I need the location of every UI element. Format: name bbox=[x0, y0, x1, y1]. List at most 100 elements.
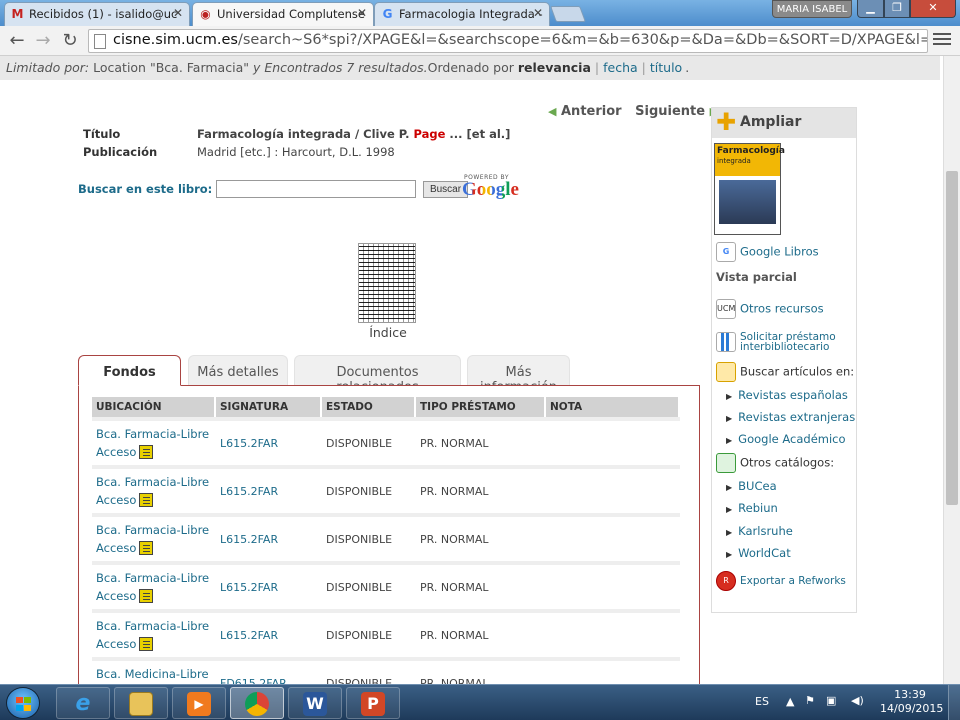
windows-taskbar: e ▶ W P ES ▲ ⚑ ▣ ◀) 13:39 14/09/2015 bbox=[0, 684, 960, 720]
show-hidden-icons-icon[interactable]: ▲ bbox=[786, 695, 794, 708]
shelf-book-icon[interactable] bbox=[139, 493, 154, 507]
sort-titulo-link[interactable]: título bbox=[650, 60, 682, 75]
tab-mas-informacion[interactable]: Más información bbox=[467, 355, 570, 395]
tab-documentos-relacionados[interactable]: Documentos relacionados bbox=[294, 355, 461, 395]
shelf-book-icon[interactable] bbox=[139, 637, 154, 651]
tab-fondos[interactable]: Fondos bbox=[78, 355, 181, 386]
reload-icon[interactable]: ↻ bbox=[59, 30, 81, 52]
signatura-cell[interactable]: L615.2FAR bbox=[216, 561, 322, 609]
forward-arrow-icon[interactable]: → bbox=[32, 30, 54, 52]
taskbar-internet-explorer[interactable]: e bbox=[56, 687, 110, 719]
location-cell[interactable]: Bca. Farmacia-Libre Acceso bbox=[92, 561, 216, 609]
new-tab-button[interactable] bbox=[550, 6, 586, 22]
google-libros-link[interactable]: G Google Libros bbox=[716, 242, 819, 262]
signatura-cell[interactable]: L615.2FAR bbox=[216, 417, 322, 465]
signatura-cell[interactable]: L615.2FAR bbox=[216, 609, 322, 657]
rebiun-link[interactable]: ▶ Rebiun bbox=[726, 501, 778, 515]
shelf-book-icon[interactable] bbox=[139, 541, 154, 555]
search-book-input[interactable] bbox=[216, 180, 417, 198]
exportar-refworks-link[interactable]: R Exportar a Refworks bbox=[716, 571, 846, 591]
karlsruhe-link[interactable]: ▶ Karlsruhe bbox=[726, 524, 793, 538]
shelf-book-icon[interactable] bbox=[139, 445, 154, 459]
action-center-flag-icon[interactable]: ⚑ bbox=[805, 694, 815, 707]
book-cover[interactable]: Farmacología integrada bbox=[714, 143, 785, 235]
system-clock[interactable]: 13:39 14/09/2015 bbox=[880, 688, 944, 716]
location-cell[interactable]: Bca. Farmacia-Libre Acceso bbox=[92, 417, 216, 465]
location-line-2[interactable]: Acceso bbox=[96, 493, 136, 507]
location-line-2[interactable]: Acceso bbox=[96, 589, 136, 603]
title-value: Farmacología integrada / Clive P. Page .… bbox=[197, 127, 510, 141]
taskbar-media-player[interactable]: ▶ bbox=[172, 687, 226, 719]
start-button[interactable] bbox=[6, 687, 40, 719]
revistas-extranjeras-label: Revistas extranjeras bbox=[738, 410, 856, 424]
location-line-1[interactable]: Bca. Farmacia-Libre bbox=[96, 475, 209, 489]
language-indicator[interactable]: ES bbox=[755, 695, 769, 708]
tab-google[interactable]: G Farmacologia Integrada - ✕ bbox=[374, 2, 550, 26]
tab-mas-detalles[interactable]: Más detalles bbox=[188, 355, 288, 385]
location-cell[interactable]: Bca. Farmacia-Libre Acceso bbox=[92, 465, 216, 513]
location-cell[interactable]: Bca. Medicina-LibreAcceso bbox=[92, 657, 216, 684]
table-row: Bca. Farmacia-Libre Acceso L615.2FAR DISPON… bbox=[92, 561, 680, 609]
clock-time: 13:39 bbox=[894, 688, 926, 701]
close-window-button[interactable]: ✕ bbox=[910, 0, 956, 18]
network-icon[interactable]: ▣ bbox=[826, 694, 836, 707]
author-link[interactable]: Page bbox=[413, 127, 445, 141]
back-arrow-icon[interactable]: ← bbox=[6, 30, 28, 52]
minimize-button[interactable]: ▁ bbox=[857, 0, 884, 18]
otros-catalogos-heading: Otros catálogos: bbox=[716, 453, 834, 473]
search-in-book: Buscar en este libro: Buscar bbox=[78, 180, 469, 198]
location-line-1[interactable]: Bca. Farmacia-Libre bbox=[96, 427, 209, 441]
col-nota: NOTA bbox=[546, 397, 680, 417]
bucea-link[interactable]: ▶ BUCea bbox=[726, 479, 777, 493]
taskbar-word[interactable]: W bbox=[288, 687, 342, 719]
taskbar-file-explorer[interactable] bbox=[114, 687, 168, 719]
location-cell[interactable]: Bca. Farmacia-Libre Acceso bbox=[92, 609, 216, 657]
user-profile-badge[interactable]: MARIA ISABEL bbox=[772, 0, 852, 18]
show-desktop-button[interactable] bbox=[948, 685, 960, 720]
col-estado: ESTADO bbox=[322, 397, 416, 417]
signatura-cell[interactable]: L615.2FAR bbox=[216, 513, 322, 561]
next-link[interactable]: Siguiente bbox=[635, 104, 705, 119]
location-cell[interactable]: Bca. Farmacia-Libre Acceso bbox=[92, 513, 216, 561]
location-line-1[interactable]: Bca. Farmacia-Libre bbox=[96, 619, 209, 633]
worldcat-link[interactable]: ▶ WorldCat bbox=[726, 546, 791, 560]
location-line-1[interactable]: Bca. Farmacia-Libre bbox=[96, 523, 209, 537]
revistas-espanolas-link[interactable]: ▶ Revistas españolas bbox=[726, 388, 848, 402]
location-line-2[interactable]: Acceso bbox=[96, 445, 136, 459]
maximize-button[interactable]: ❐ bbox=[884, 0, 910, 18]
location-line-2[interactable]: Acceso bbox=[96, 637, 136, 651]
volume-icon[interactable]: ◀) bbox=[851, 694, 864, 707]
close-tab-icon[interactable]: ✕ bbox=[173, 6, 183, 20]
prestamo-interbibliotecario-link[interactable]: Solicitar préstamo interbibliotecario bbox=[716, 332, 836, 352]
google-academico-link[interactable]: ▶ Google Académico bbox=[726, 432, 846, 446]
location-line-2[interactable]: Acceso bbox=[96, 541, 136, 555]
indice-thumbnail[interactable]: Índice bbox=[358, 243, 418, 340]
gmail-icon: M bbox=[11, 7, 24, 21]
nota-cell bbox=[546, 513, 680, 561]
clock-date: 14/09/2015 bbox=[880, 702, 944, 715]
taskbar-powerpoint[interactable]: P bbox=[346, 687, 400, 719]
location-line-1[interactable]: Bca. Medicina-Libre bbox=[96, 667, 209, 681]
browser-menu-icon[interactable] bbox=[933, 33, 951, 49]
signatura-cell[interactable]: L615.2FAR bbox=[216, 465, 322, 513]
prev-arrow-icon[interactable]: ◀ bbox=[548, 105, 556, 118]
address-bar[interactable]: cisne.sim.ucm.es/search~S6*spi?/XPAGE&l=… bbox=[88, 29, 928, 53]
close-tab-icon[interactable]: ✕ bbox=[357, 6, 367, 20]
revistas-extranjeras-link[interactable]: ▶ Revistas extranjeras bbox=[726, 410, 855, 424]
sort-fecha-link[interactable]: fecha bbox=[603, 60, 638, 75]
close-tab-icon[interactable]: ✕ bbox=[533, 6, 543, 20]
indice-caption: Índice bbox=[369, 325, 407, 340]
index-page-image[interactable] bbox=[358, 243, 416, 323]
prev-link[interactable]: Anterior bbox=[561, 104, 622, 119]
tab-ucm[interactable]: ◉ Universidad Complutense ✕ bbox=[192, 2, 374, 26]
signatura-cell[interactable]: FD615.2FAR bbox=[216, 657, 322, 684]
title-label: Título bbox=[83, 127, 121, 141]
page-scrollbar[interactable] bbox=[943, 56, 960, 684]
tab-gmail[interactable]: M Recibidos (1) - isalido@uc ✕ bbox=[4, 2, 190, 26]
taskbar-chrome[interactable] bbox=[230, 687, 284, 719]
otros-recursos-link[interactable]: UCM Otros recursos bbox=[716, 299, 824, 319]
location-line-1[interactable]: Bca. Farmacia-Libre bbox=[96, 571, 209, 585]
scrollbar-thumb[interactable] bbox=[946, 171, 958, 505]
holdings-table: UBICACIÓN SIGNATURA ESTADO TIPO PRÉSTAMO… bbox=[92, 397, 680, 684]
shelf-book-icon[interactable] bbox=[139, 589, 154, 603]
